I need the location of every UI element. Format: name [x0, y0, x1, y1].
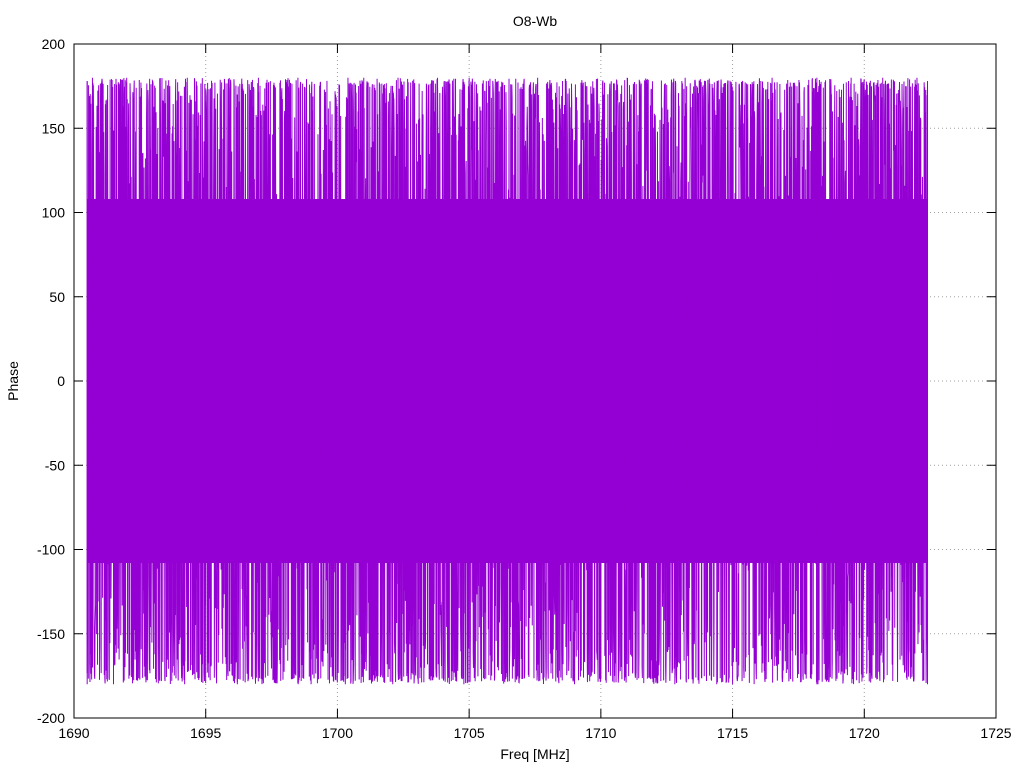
- x-axis-title: Freq [MHz]: [500, 746, 569, 762]
- chart-title: O8-Wb: [513, 13, 558, 29]
- x-tick-label: 1700: [322, 725, 353, 741]
- y-tick-label: -50: [45, 457, 65, 473]
- y-tick-label: -200: [37, 710, 65, 726]
- y-tick-label: 200: [42, 36, 66, 52]
- y-tick-label: 0: [57, 373, 65, 389]
- x-tick-label: 1695: [190, 725, 221, 741]
- phase-chart: 1690 1695 1700 1705 1710 1715 1720 1725 -200 -150…: [5, 13, 1012, 762]
- data-layer: [86, 77, 929, 685]
- x-tick-label: 1690: [58, 725, 89, 741]
- y-tick-label: 150: [42, 120, 66, 136]
- x-tick-label: 1720: [849, 725, 880, 741]
- y-tick-label: 100: [42, 205, 66, 221]
- x-tick-label: 1705: [454, 725, 485, 741]
- chart-root: 1690 1695 1700 1705 1710 1715 1720 1725 -200 -150…: [0, 0, 1024, 768]
- y-tick-label: 50: [49, 289, 65, 305]
- y-axis-title: Phase: [5, 361, 21, 401]
- x-tick-label: 1710: [585, 725, 616, 741]
- x-tick-label: 1715: [717, 725, 748, 741]
- y-tick-label: -150: [37, 626, 65, 642]
- y-tick-label: -100: [37, 542, 65, 558]
- x-tick-label: 1725: [980, 725, 1011, 741]
